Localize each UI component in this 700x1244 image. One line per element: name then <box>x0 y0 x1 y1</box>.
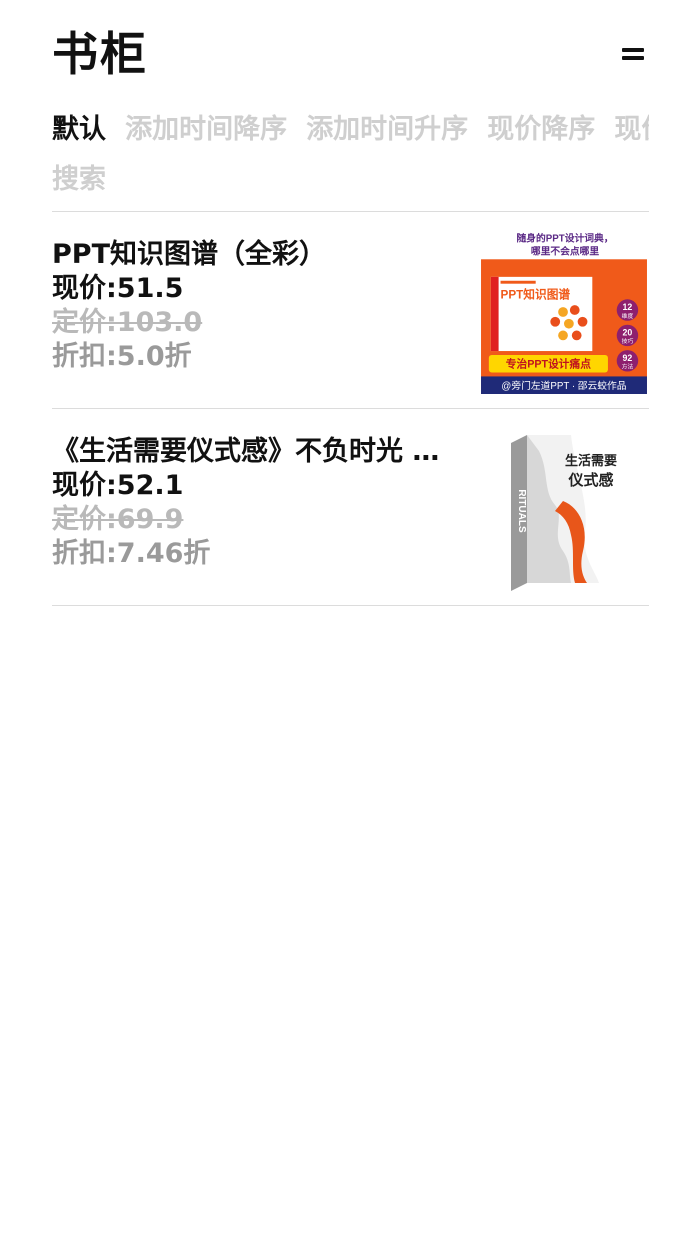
sort-default[interactable]: 默认 <box>52 110 106 150</box>
sort-added-desc[interactable]: 添加时间降序 <box>125 110 287 150</box>
sort-options: 默认 添加时间降序 添加时间升序 现价降序 现价升序 <box>52 110 649 150</box>
search-link[interactable]: 搜索 <box>52 160 106 200</box>
book-list: PPT知识图谱（全彩） 现价:51.5 定价:103.0 折扣:5.0折 随身的… <box>52 211 649 606</box>
menu-icon[interactable] <box>622 46 644 62</box>
book-title: PPT知识图谱（全彩） <box>52 239 326 270</box>
discount: 折扣:7.46折 <box>52 538 211 569</box>
cover-tagline-1: 随身的PPT设计词典， <box>516 232 613 245</box>
cover-title-line-2: 仪式感 <box>567 471 613 489</box>
book-title: 《生活需要仪式感》不负时光 不负自己 <box>52 436 452 467</box>
cover-book-title: PPT知识图谱 <box>501 287 571 301</box>
badge-2-number: 20 <box>623 327 633 337</box>
badge-1-number: 12 <box>623 302 633 312</box>
cover-banner: 专治PPT设计痛点 <box>506 358 591 371</box>
sort-price-asc[interactable]: 现价升序 <box>614 110 649 150</box>
page-title: 书柜 <box>52 27 148 81</box>
sort-price-desc[interactable]: 现价降序 <box>487 110 595 150</box>
original-price: 定价:103.0 <box>52 307 203 338</box>
cover-author: @旁门左道PPT · 邵云蛟作品 <box>501 379 626 392</box>
cover-spine-text: RITUALS <box>516 489 527 533</box>
original-price: 定价:69.9 <box>52 504 184 535</box>
header: 书柜 <box>52 26 648 86</box>
book-info: 《生活需要仪式感》不负时光 不负自己 现价:52.1 定价:69.9 折扣:7.… <box>52 435 452 571</box>
book-info: PPT知识图谱（全彩） 现价:51.5 定价:103.0 折扣:5.0折 <box>52 238 452 374</box>
badge-1-label: 维度 <box>622 312 634 320</box>
current-price: 现价:51.5 <box>52 273 184 304</box>
cover-title-line-1: 生活需要 <box>565 453 617 468</box>
book-cover: RITUALS 生活需要 仪式感 <box>479 431 649 595</box>
current-price: 现价:52.1 <box>52 470 184 501</box>
list-item[interactable]: PPT知识图谱（全彩） 现价:51.5 定价:103.0 折扣:5.0折 随身的… <box>52 212 649 409</box>
discount: 折扣:5.0折 <box>52 341 192 372</box>
badge-2-label: 技巧 <box>622 337 634 345</box>
list-item[interactable]: 《生活需要仪式感》不负时光 不负自己 现价:52.1 定价:69.9 折扣:7.… <box>52 409 649 606</box>
badge-3-label: 方法 <box>622 363 634 371</box>
cover-tagline-2: 哪里不会点哪里 <box>531 244 599 257</box>
badge-3-number: 92 <box>623 353 633 363</box>
sort-added-asc[interactable]: 添加时间升序 <box>306 110 468 150</box>
book-cover: 随身的PPT设计词典， 哪里不会点哪里 PPT知识图谱 12 维度 20 技巧 … <box>481 230 647 394</box>
